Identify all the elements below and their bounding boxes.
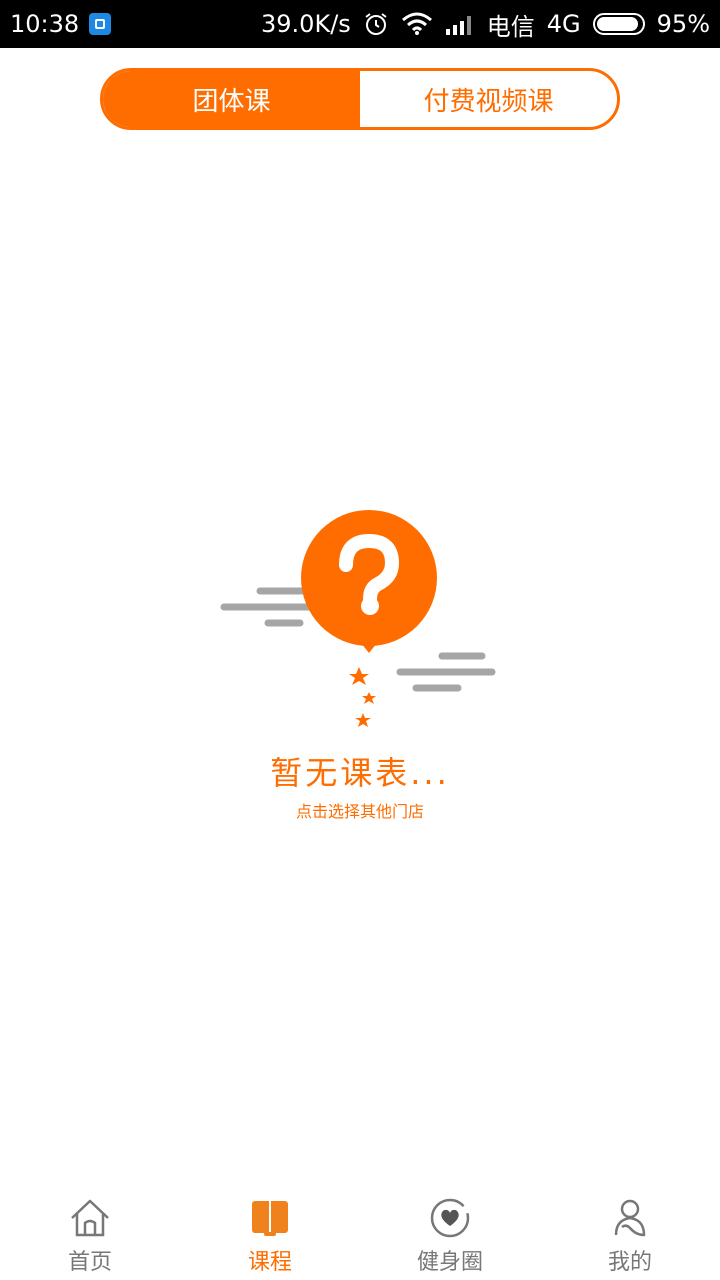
user-icon xyxy=(614,1199,646,1237)
nav-fitness-circle-label: 健身圈 xyxy=(416,1250,483,1275)
star-icon xyxy=(355,713,371,727)
tab-group-class[interactable]: 团体课 xyxy=(103,71,360,127)
empty-state-title: 暂无课表... xyxy=(270,754,450,792)
book-icon xyxy=(252,1201,288,1236)
nav-fitness-circle[interactable]: 健身圈 xyxy=(360,1190,540,1280)
nav-profile-label: 我的 xyxy=(607,1250,652,1275)
question-balloon-icon xyxy=(220,510,496,727)
carrier-label: 电信 xyxy=(486,12,535,41)
network-speed: 39.0K/s xyxy=(261,10,351,38)
bottom-nav: 首页 课程 健身圈 我的 xyxy=(0,1190,720,1280)
heart-circle-icon xyxy=(430,1198,470,1238)
status-time: 10:38 xyxy=(10,10,80,38)
nav-courses[interactable]: 课程 xyxy=(180,1190,360,1280)
star-icon xyxy=(362,692,376,704)
choose-other-store-link[interactable]: 点击选择其他门店 xyxy=(0,798,720,822)
course-type-tabs: 团体课 付费视频课 xyxy=(100,68,620,130)
nav-courses-label: 课程 xyxy=(247,1250,292,1275)
nav-home[interactable]: 首页 xyxy=(0,1190,180,1280)
alarm-icon xyxy=(365,13,387,35)
signal-icon xyxy=(445,16,471,35)
battery-icon xyxy=(592,13,645,35)
star-icon xyxy=(349,667,369,685)
network-type: 4G xyxy=(546,10,581,38)
status-bar: 10:38 39.0K/s 电信 4G 95% xyxy=(0,0,720,48)
nav-home-label: 首页 xyxy=(67,1250,112,1275)
calendar-icon xyxy=(89,13,112,35)
nav-profile[interactable]: 我的 xyxy=(540,1190,720,1280)
tab-paid-video-class[interactable]: 付费视频课 xyxy=(360,71,617,127)
wifi-icon xyxy=(401,12,432,35)
battery-level xyxy=(596,17,639,31)
battery-percent: 95% xyxy=(656,10,710,38)
cloud-left xyxy=(220,587,316,627)
home-icon xyxy=(71,1199,109,1237)
cloud-right xyxy=(396,652,496,692)
